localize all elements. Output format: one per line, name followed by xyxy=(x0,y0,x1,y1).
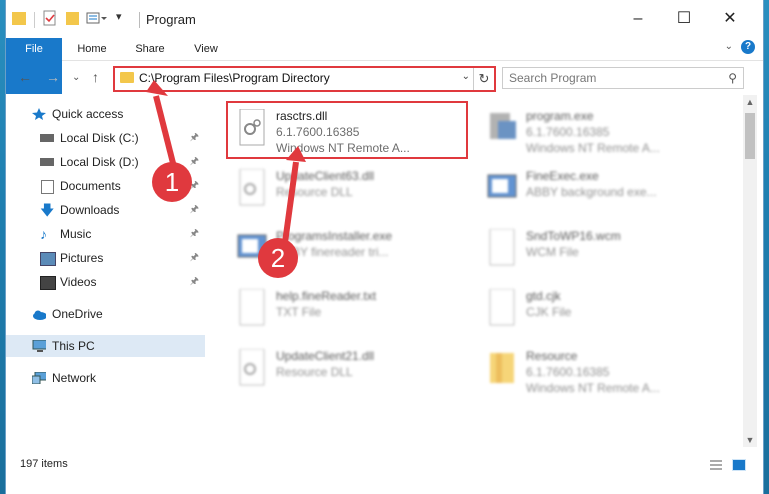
arrow-2-head xyxy=(286,146,306,162)
step-1-badge: 1 xyxy=(152,162,192,202)
annotation-arrows xyxy=(146,80,306,251)
arrow-1-head xyxy=(146,80,168,96)
arrow-2-shaft xyxy=(281,161,299,251)
step-2-badge: 2 xyxy=(258,238,298,278)
explorer-window: ▾ Program – ☐ ✕ File Home Share View ⌄ ?… xyxy=(6,0,763,494)
